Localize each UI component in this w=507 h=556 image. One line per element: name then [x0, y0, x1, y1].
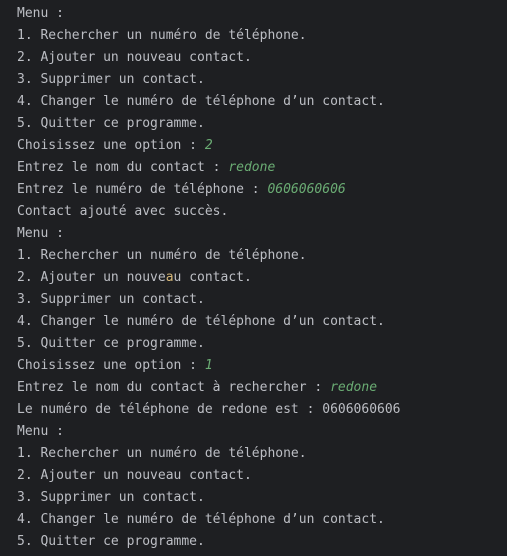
menu-option-search: 1. Rechercher un numéro de téléphone.: [17, 248, 307, 263]
console-output[interactable]: Menu : 1. Rechercher un numéro de téléph…: [0, 0, 507, 556]
menu-option-delete: 3. Supprimer un contact.: [17, 292, 205, 307]
phone-prompt: Entrez le numéro de téléphone :: [17, 182, 268, 197]
choice-prompt: Choisissez une option :: [17, 138, 205, 153]
name-line: Entrez le nom du contact : redone: [17, 157, 507, 179]
choice-line: Choisissez une option : 1: [17, 355, 507, 377]
result-message: Le numéro de téléphone de redone est : 0…: [17, 402, 401, 417]
result-message: Contact ajouté avec succès.: [17, 204, 229, 219]
menu-title: Menu :: [17, 226, 64, 241]
menu-option-delete: 3. Supprimer un contact.: [17, 72, 205, 87]
menu-option-add: 2. Ajouter un nouveau contact.: [17, 267, 507, 289]
choice-prompt: Choisissez une option :: [17, 358, 205, 373]
search-line: Entrez le nom du contact à rechercher : …: [17, 377, 507, 399]
menu-title: Menu :: [17, 6, 64, 21]
phone-line: Entrez le numéro de téléphone : 06060606…: [17, 179, 507, 201]
menu-option-quit: 5. Quitter ce programme.: [17, 534, 205, 549]
menu-title: Menu :: [17, 424, 64, 439]
menu-option-change: 4. Changer le numéro de téléphone d’un c…: [17, 512, 385, 527]
menu-option-add: 2. Ajouter un nouveau contact.: [17, 468, 252, 483]
search-prompt: Entrez le nom du contact à rechercher :: [17, 380, 331, 395]
choice-line: Choisissez une option : 2: [17, 135, 507, 157]
menu-option-change: 4. Changer le numéro de téléphone d’un c…: [17, 314, 385, 329]
choice-input: 1: [204, 358, 213, 373]
name-prompt: Entrez le nom du contact :: [17, 160, 229, 175]
menu-option-add-text: 2. Ajouter un nouve: [17, 270, 166, 285]
choice-input: 2: [204, 138, 213, 153]
search-input: redone: [330, 380, 378, 395]
menu-option-search: 1. Rechercher un numéro de téléphone.: [17, 446, 307, 461]
menu-option-search: 1. Rechercher un numéro de téléphone.: [17, 28, 307, 43]
menu-option-add-text: u contact.: [173, 270, 252, 285]
highlighted-char: a: [165, 270, 174, 285]
menu-option-change: 4. Changer le numéro de téléphone d’un c…: [17, 94, 385, 109]
menu-option-quit: 5. Quitter ce programme.: [17, 336, 205, 351]
phone-input: 0606060606: [267, 182, 346, 197]
menu-option-quit: 5. Quitter ce programme.: [17, 116, 205, 131]
menu-option-delete: 3. Supprimer un contact.: [17, 490, 205, 505]
menu-option-add: 2. Ajouter un nouveau contact.: [17, 50, 252, 65]
name-input: redone: [228, 160, 276, 175]
